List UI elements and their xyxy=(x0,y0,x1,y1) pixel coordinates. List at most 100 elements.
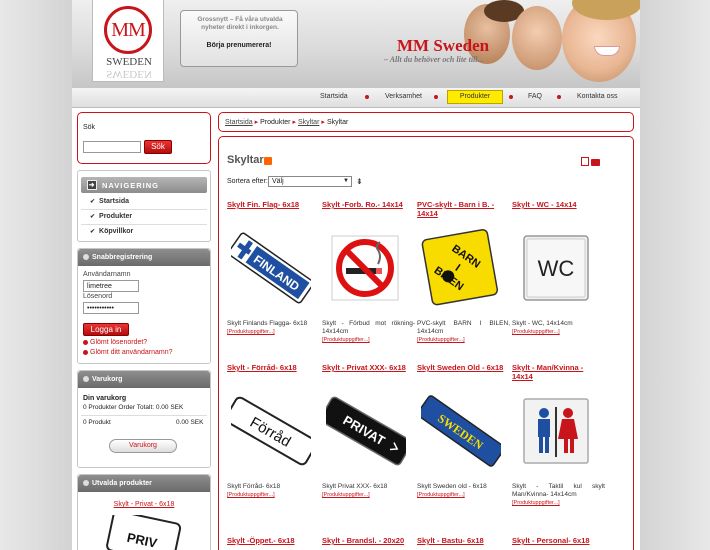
product-title-link[interactable]: Skylt -Forb. Ro.- 14x14 xyxy=(322,200,415,209)
featured-box: Utvalda produkter Skylt - Privat - 6x18 … xyxy=(77,474,211,550)
product-details-link[interactable]: [Produktuppgifter...] xyxy=(227,328,320,336)
nav-item-produkter[interactable]: ✔ Produkter xyxy=(90,213,132,220)
navigation-header: ➜ NAVIGERING xyxy=(81,177,207,193)
menu-separator-dot xyxy=(365,95,369,99)
product-description-text: PVC-skylt BARN I BILEN, 14x14cm xyxy=(417,320,510,335)
forgot-password-text: Glömt lösenordet? xyxy=(90,339,148,346)
sort-select[interactable]: Välj ▼ xyxy=(268,176,352,187)
product-title-link[interactable]: Skylt Sweden Old - 6x18 xyxy=(417,363,510,372)
product-title-link[interactable]: Skylt - WC - 14x14 xyxy=(512,200,605,209)
header: MM SWEDEN SWEDEN Grossnytt – Få våra utv… xyxy=(72,0,640,88)
main-content: Skyltar Sortera efter: Välj ▼ ⇟ Skylt Fin… xyxy=(218,136,634,550)
product-details-link[interactable]: [Produktuppgifter...] xyxy=(227,491,320,499)
login-button[interactable]: Logga in xyxy=(83,323,129,336)
check-icon: ✔ xyxy=(90,199,96,205)
product-card: Skylt -Forb. Ro.- 14x14 Skylt - Förbud m… xyxy=(322,200,415,360)
forgot-username-link[interactable]: Glömt ditt användarnamn? xyxy=(83,349,173,356)
sort-direction-icon[interactable]: ⇟ xyxy=(356,177,363,186)
password-input[interactable]: ••••••••••• xyxy=(83,302,139,314)
product-card: Skylt - Personal- 6x18 xyxy=(512,536,605,550)
product-title-link[interactable]: Skylt -Öppet.- 6x18 xyxy=(227,536,320,545)
featured-product-image[interactable]: PRIV xyxy=(106,515,182,550)
cart-title: Varukorg xyxy=(92,376,123,383)
finland-sign-icon[interactable]: FINLAND xyxy=(231,228,311,308)
menu-item-startsida[interactable]: Startsida xyxy=(320,93,348,100)
navigation-box: ➜ NAVIGERING ✔ Startsida ✔ Produkter ✔ Köpv… xyxy=(77,170,211,242)
menu-item-verksamhet[interactable]: Verksamhet xyxy=(385,93,422,100)
breadcrumb-item-produkter[interactable]: Produkter xyxy=(260,119,290,126)
pdf-icon[interactable] xyxy=(581,157,589,166)
product-title-link[interactable]: PVC-skylt - Barn i B. - 14x14 xyxy=(417,200,510,218)
product-card: Skylt - Brandsl. - 20x20 xyxy=(322,536,415,550)
product-title-link[interactable]: Skylt - Man/Kvinna - 14x14 xyxy=(512,363,605,381)
logo-initials: MM xyxy=(111,18,146,41)
search-box: Sök Sök xyxy=(77,112,211,164)
product-details-link[interactable]: [Produktuppgifter...] xyxy=(512,499,605,507)
cart-button[interactable]: Varukorg xyxy=(109,439,177,453)
page-title: Skyltar xyxy=(227,154,264,166)
product-description: Skylt Förråd- 6x18 [Produktuppgifter...] xyxy=(227,483,320,499)
product-title-link[interactable]: Skylt Fin. Flag- 6x18 xyxy=(227,200,320,209)
login-title: Snabbregistrering xyxy=(92,254,153,261)
product-description: Skylt - WC, 14x14cm [Produktuppgifter...] xyxy=(512,320,605,336)
newsletter-subscribe-link[interactable]: Börja prenumerera! xyxy=(181,42,297,49)
product-description: Skylt Sweden old - 6x18 [Produktuppgifter… xyxy=(417,483,510,499)
product-title-link[interactable]: Skylt - Privat XXX- 6x18 xyxy=(322,363,415,372)
product-details-link[interactable]: [Produktuppgifter...] xyxy=(322,491,415,499)
cart-heading: Din varukorg xyxy=(83,395,127,402)
brand-name: MM Sweden xyxy=(397,36,490,55)
forrad-sign-icon[interactable]: Förråd xyxy=(231,391,311,471)
product-title-link[interactable]: Skylt - Bastu- 6x18 xyxy=(417,536,510,545)
breadcrumb-arrow-icon: ▸ xyxy=(254,119,259,126)
product-description-text: Skylt Privat XXX- 6x18 xyxy=(322,483,388,490)
menu-item-faq[interactable]: FAQ xyxy=(528,93,542,100)
divider xyxy=(81,415,207,416)
privat-sign-icon[interactable]: PRIVAT xyxy=(326,391,406,471)
man-woman-sign-icon[interactable] xyxy=(516,391,596,471)
nav-item-kopvillkor[interactable]: ✔ Köpvillkor xyxy=(90,228,133,235)
bullet-icon xyxy=(83,376,89,382)
search-button[interactable]: Sök xyxy=(144,140,172,154)
forgot-username-text: Glömt ditt användarnamn? xyxy=(90,349,173,356)
product-details-link[interactable]: [Produktuppgifter...] xyxy=(512,328,605,336)
nav-item-startsida[interactable]: ✔ Startsida xyxy=(90,198,129,205)
wc-sign-icon[interactable]: WC xyxy=(516,228,596,308)
sweden-sign-icon[interactable]: SWEDEN xyxy=(421,391,501,471)
sort-label: Sortera efter: xyxy=(227,178,268,185)
check-icon: ✔ xyxy=(90,229,96,235)
logo-reflection: SWEDEN xyxy=(106,68,152,80)
logo[interactable]: MM SWEDEN SWEDEN xyxy=(92,0,164,82)
newsletter-box: Grossnytt – Få våra utvalda nyheter dire… xyxy=(180,10,298,67)
navigation-arrow-icon: ➜ xyxy=(87,180,97,190)
breadcrumb-item-skyltar[interactable]: Skyltar xyxy=(298,119,319,126)
menu-item-produkter[interactable]: Produkter xyxy=(447,90,503,104)
search-input[interactable] xyxy=(83,141,141,153)
featured-product-link[interactable]: Skylt - Privat - 6x18 xyxy=(78,501,210,508)
print-icon[interactable] xyxy=(591,159,600,166)
username-input[interactable]: limetree xyxy=(83,280,139,292)
cart-box: Varukorg Din varukorg 0 Produkter Order … xyxy=(77,370,211,468)
newsletter-text: Grossnytt – Få våra utvalda nyheter dire… xyxy=(197,16,283,31)
product-details-link[interactable]: [Produktuppgifter...] xyxy=(322,336,415,344)
menu-separator-dot xyxy=(509,95,513,99)
product-details-link[interactable]: [Produktuppgifter...] xyxy=(417,336,510,344)
no-smoking-sign-icon[interactable] xyxy=(326,228,406,308)
product-card: Skylt - WC - 14x14 WC Skylt - WC, 14x14c… xyxy=(512,200,605,360)
product-details-link[interactable]: [Produktuppgifter...] xyxy=(417,491,510,499)
product-title-link[interactable]: Skylt - Förråd- 6x18 xyxy=(227,363,320,372)
product-card: PVC-skylt - Barn i B. - 14x14 BARN I BIL… xyxy=(417,200,510,360)
page-background-right xyxy=(640,0,710,550)
cart-total: 0.00 SEK xyxy=(176,419,204,426)
wc-sign-text: WC xyxy=(538,256,575,281)
chevron-down-icon: ▼ xyxy=(343,178,349,184)
product-title-link[interactable]: Skylt - Personal- 6x18 xyxy=(512,536,605,545)
product-title-link[interactable]: Skylt - Brandsl. - 20x20 xyxy=(322,536,415,545)
product-card: Skylt - Förråd- 6x18 Förråd Skylt Förråd… xyxy=(227,363,320,523)
forgot-password-link[interactable]: Glömt lösenordet? xyxy=(83,339,147,346)
menu-item-kontakta-oss[interactable]: Kontakta oss xyxy=(577,93,617,100)
product-description: Skylt - Förbud mot rökning- 14x14cm [Prod… xyxy=(322,320,415,344)
navigation-title: NAVIGERING xyxy=(102,181,159,190)
baby-in-car-sign-icon[interactable]: BARN I BILEN xyxy=(421,228,501,308)
rss-icon[interactable] xyxy=(264,157,272,165)
breadcrumb-item-startsida[interactable]: Startsida xyxy=(225,119,253,126)
